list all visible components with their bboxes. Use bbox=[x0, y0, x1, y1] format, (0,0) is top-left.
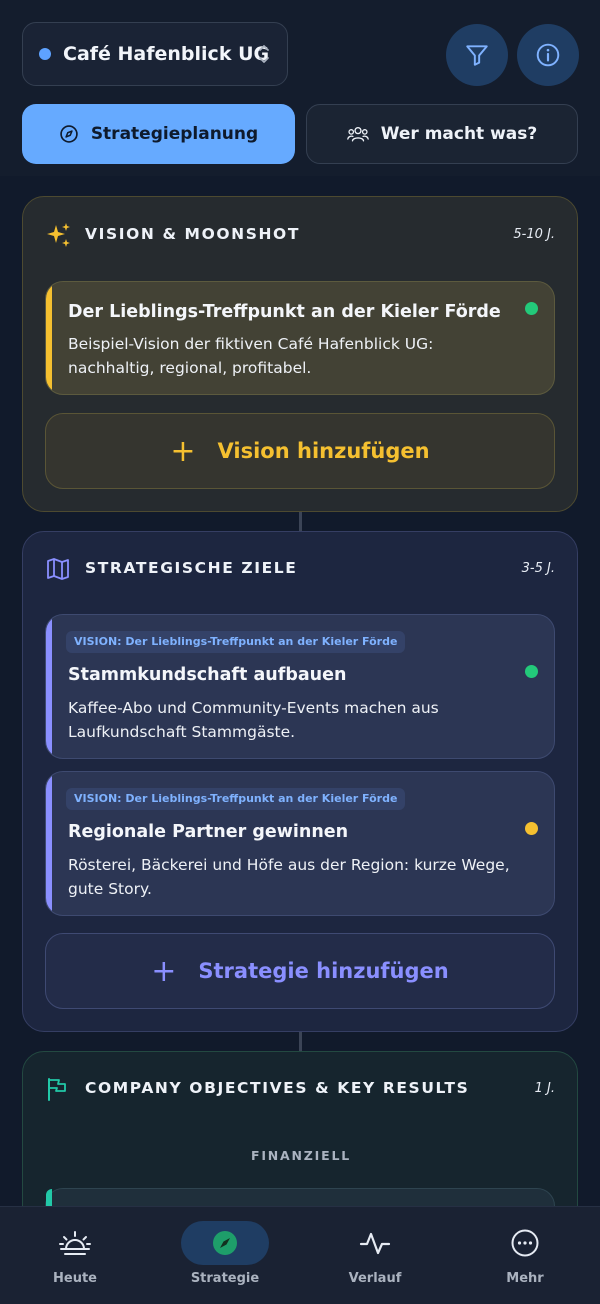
section-title: COMPANY OBJECTIVES & KEY RESULTS bbox=[85, 1079, 470, 1097]
status-dot bbox=[525, 302, 538, 315]
status-dot bbox=[525, 665, 538, 678]
nav-icon-container bbox=[331, 1221, 419, 1265]
section-horizon: 3-5 J. bbox=[521, 561, 555, 576]
tab-label: Wer macht was? bbox=[380, 124, 538, 144]
add-strategy-button[interactable]: + Strategie hinzufügen bbox=[45, 933, 555, 1009]
vision-tag: VISION: Der Lieblings-Treffpunkt an der … bbox=[66, 788, 406, 810]
nav-item-verlauf[interactable]: Verlauf bbox=[300, 1207, 450, 1304]
tab-strategieplanung[interactable]: Strategieplanung bbox=[22, 104, 295, 164]
company-status-dot bbox=[39, 48, 51, 60]
filter-icon bbox=[466, 45, 488, 66]
add-strategy-label: Strategie hinzufügen bbox=[198, 959, 449, 983]
nav-item-mehr[interactable]: Mehr bbox=[450, 1207, 600, 1304]
info-icon bbox=[536, 43, 560, 67]
card-accent-bar bbox=[46, 772, 52, 915]
plus-icon: + bbox=[151, 953, 177, 989]
activity-icon bbox=[359, 1232, 391, 1255]
more-icon bbox=[511, 1229, 539, 1257]
flag-icon bbox=[48, 1078, 66, 1101]
nav-label: Verlauf bbox=[348, 1271, 402, 1286]
section-title: STRATEGISCHE ZIELE bbox=[85, 559, 298, 577]
card-accent-bar bbox=[46, 615, 52, 758]
strategy-card[interactable]: VISION: Der Lieblings-Treffpunkt an der … bbox=[45, 771, 555, 916]
card-description: Kaffee-Abo und Community-Events machen a… bbox=[68, 699, 439, 741]
card-title: Regionale Partner gewinnen bbox=[68, 822, 349, 842]
plus-icon: + bbox=[170, 433, 196, 469]
filter-button[interactable] bbox=[446, 24, 508, 86]
card-title: Der Lieblings-Treffpunkt an der Kieler F… bbox=[68, 302, 501, 322]
company-name: Café Hafenblick UG bbox=[63, 43, 270, 65]
vision-section: VISION & MOONSHOT 5-10 J. Der Lieblings-… bbox=[22, 196, 578, 512]
vision-tag: VISION: Der Lieblings-Treffpunkt an der … bbox=[66, 631, 406, 653]
compass-icon bbox=[60, 125, 78, 143]
section-horizon: 1 J. bbox=[534, 1081, 555, 1096]
tab-wer-macht-was[interactable]: Wer macht was? bbox=[306, 104, 578, 164]
section-connector bbox=[299, 1032, 302, 1051]
card-title: Stammkundschaft aufbauen bbox=[68, 665, 347, 685]
bottom-navigation: Heute Strategie Verlauf Mehr bbox=[0, 1206, 600, 1304]
sunrise-icon bbox=[59, 1231, 91, 1255]
nav-item-heute[interactable]: Heute bbox=[0, 1207, 150, 1304]
info-button[interactable] bbox=[517, 24, 579, 86]
map-icon bbox=[47, 558, 69, 580]
chevron-updown-icon bbox=[259, 45, 269, 63]
section-horizon: 5-10 J. bbox=[513, 227, 555, 242]
status-dot bbox=[525, 822, 538, 835]
nav-icon-container bbox=[181, 1221, 269, 1265]
company-selector[interactable]: Café Hafenblick UG bbox=[22, 22, 288, 86]
card-description: Rösterei, Bäckerei und Höfe aus der Regi… bbox=[68, 856, 510, 898]
tab-label: Strategieplanung bbox=[90, 124, 259, 144]
nav-icon-container bbox=[481, 1221, 569, 1265]
section-title: VISION & MOONSHOT bbox=[85, 225, 300, 243]
vision-card[interactable]: Der Lieblings-Treffpunkt an der Kieler F… bbox=[45, 281, 555, 395]
nav-icon-container bbox=[31, 1221, 119, 1265]
users-icon bbox=[346, 126, 369, 142]
strategy-section: STRATEGISCHE ZIELE 3-5 J. VISION: Der Li… bbox=[22, 531, 578, 1032]
add-vision-button[interactable]: + Vision hinzufügen bbox=[45, 413, 555, 489]
add-vision-label: Vision hinzufügen bbox=[217, 439, 430, 463]
card-description: Beispiel-Vision der fiktiven Café Hafenb… bbox=[68, 335, 434, 377]
okr-category-label: FINANZIELL bbox=[251, 1148, 351, 1163]
nav-label: Heute bbox=[53, 1271, 97, 1286]
nav-item-strategie[interactable]: Strategie bbox=[150, 1207, 300, 1304]
section-connector bbox=[299, 512, 302, 531]
compass-icon bbox=[213, 1231, 237, 1255]
top-bar: Café Hafenblick UG Strategieplanung Wer … bbox=[0, 0, 600, 176]
nav-label: Strategie bbox=[190, 1271, 260, 1286]
card-accent-bar bbox=[46, 282, 52, 394]
sparkles-icon bbox=[47, 223, 70, 247]
strategy-card[interactable]: VISION: Der Lieblings-Treffpunkt an der … bbox=[45, 614, 555, 759]
nav-label: Mehr bbox=[506, 1271, 544, 1286]
